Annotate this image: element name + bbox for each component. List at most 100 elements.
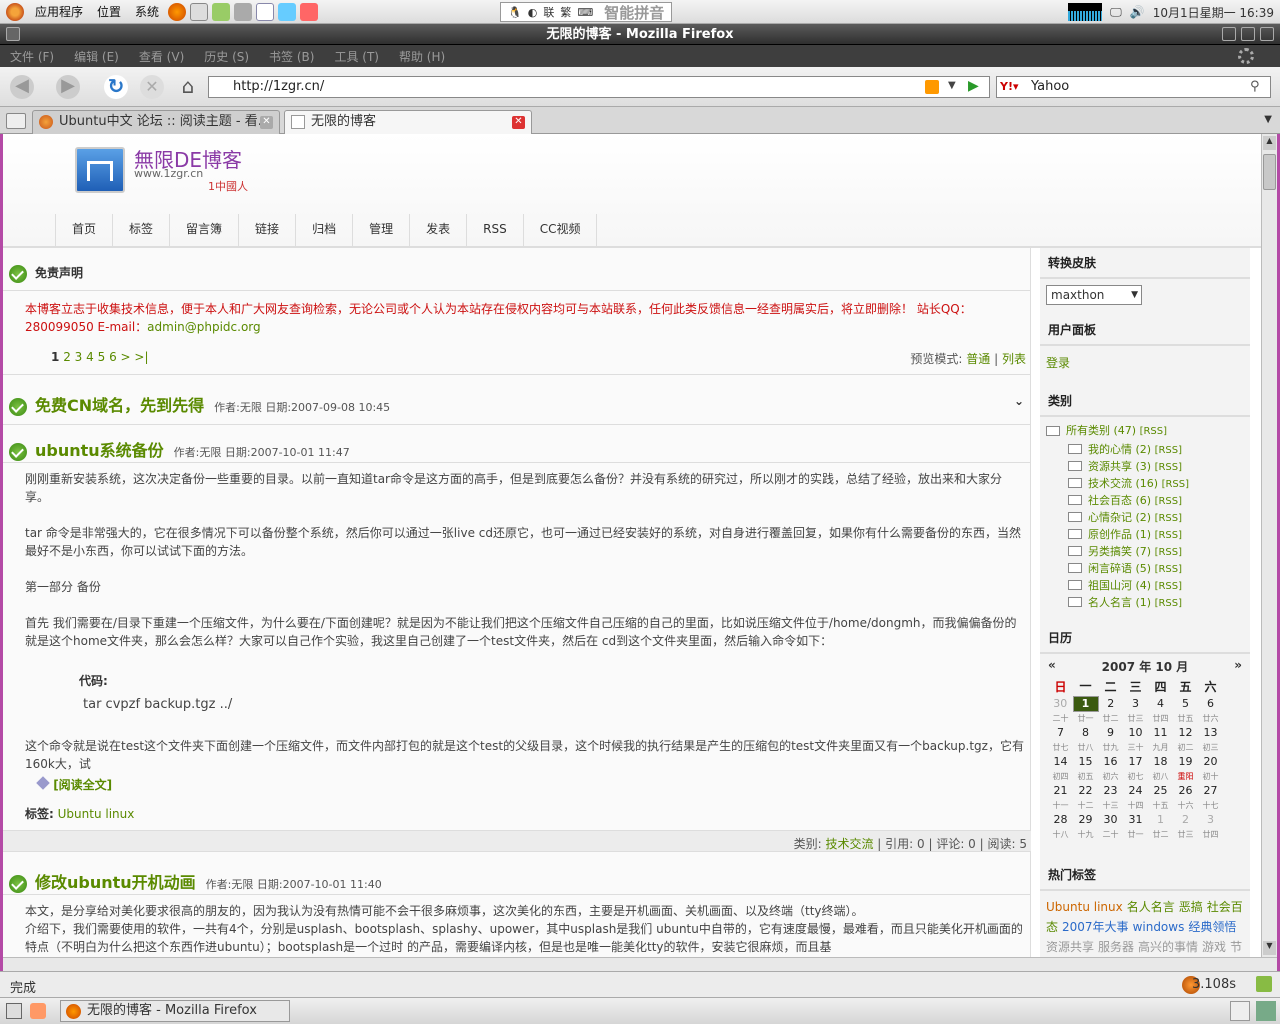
ime-fanti[interactable]: 繁	[560, 4, 571, 20]
url-input[interactable]: http://1zgr.cn/	[208, 76, 990, 98]
category-link[interactable]: 技术交流	[825, 837, 873, 851]
go-icon[interactable]: ▶	[968, 78, 979, 94]
post-title-3[interactable]: 修改ubuntu开机动画 作者:无限 日期:2007-10-01 11:40	[9, 869, 382, 893]
close-tab-icon[interactable]: ✕	[512, 116, 525, 129]
comments-link[interactable]: 评论: 0	[936, 837, 976, 851]
new-tab-icon[interactable]	[6, 113, 26, 129]
calendar-day[interactable]: 23	[1098, 783, 1123, 798]
calendar-day[interactable]: 1	[1148, 812, 1173, 827]
category-item[interactable]: 社会百态 (6) [RSS]	[1040, 492, 1250, 509]
vertical-scrollbar[interactable]: ▲ ▼	[1261, 134, 1277, 957]
calendar-day[interactable]: 11	[1148, 725, 1173, 740]
close-tab-icon[interactable]: ✕	[260, 116, 273, 129]
calendar-day[interactable]: 19	[1173, 754, 1198, 769]
calendar-day[interactable]: 8	[1073, 725, 1098, 740]
reload-icon[interactable]: ↻	[104, 75, 128, 99]
calendar-day[interactable]: 27	[1198, 783, 1223, 798]
preview-normal[interactable]: 普通	[966, 352, 990, 366]
menu-places[interactable]: 位置	[97, 3, 121, 20]
calendar-day[interactable]: 6	[1198, 696, 1223, 711]
nav-links[interactable]: 链接	[239, 214, 297, 246]
post-title-1[interactable]: 免费CN域名，先到先得 作者:无限 日期:2007-09-08 10:45	[9, 392, 390, 416]
volume-icon[interactable]: 🔊	[1130, 5, 1145, 19]
calendar-day[interactable]: 12	[1173, 725, 1198, 740]
preview-list[interactable]: 列表	[1002, 352, 1026, 366]
category-item[interactable]: 闲言碎语 (5) [RSS]	[1040, 560, 1250, 577]
hot-tag[interactable]: windows	[1133, 920, 1185, 934]
input-method-bar[interactable]: 🐧 ◐ 联 繁 ⌨ 智能拼音	[500, 2, 673, 22]
window-menu-icon[interactable]	[6, 27, 20, 41]
home-folder-icon[interactable]	[30, 1003, 46, 1019]
cpu-monitor-icon[interactable]	[1068, 3, 1103, 21]
hot-tag[interactable]: 名人名言	[1127, 900, 1175, 914]
network-launcher-icon[interactable]	[278, 2, 297, 21]
rss-feed-icon[interactable]	[925, 80, 939, 94]
calendar-day[interactable]: 3	[1123, 696, 1148, 711]
page-5[interactable]: 5	[98, 350, 106, 364]
calendar-day[interactable]: 4	[1148, 696, 1173, 711]
calendar-next[interactable]: »	[1234, 658, 1242, 676]
url-dropdown-icon[interactable]: ▼	[948, 80, 956, 91]
hot-tag[interactable]: Ubuntu linux	[1046, 900, 1123, 914]
calendar-day[interactable]: 25	[1148, 783, 1173, 798]
menu-view[interactable]: 查看 (V)	[139, 48, 184, 65]
category-item[interactable]: 心情杂记 (2) [RSS]	[1040, 509, 1250, 526]
skin-select[interactable]: maxthon ▼	[1046, 285, 1142, 305]
hot-tag[interactable]: 经典领悟	[1188, 920, 1236, 934]
blog-logo-icon[interactable]	[75, 147, 125, 193]
stop-icon[interactable]: ✕	[140, 75, 164, 99]
menu-edit[interactable]: 编辑 (E)	[74, 48, 119, 65]
addon-icon[interactable]	[1256, 976, 1272, 992]
calendar-day[interactable]: 2	[1173, 812, 1198, 827]
menu-bookmarks[interactable]: 书签 (B)	[269, 48, 314, 65]
category-item[interactable]: 名人名言 (1) [RSS]	[1040, 594, 1250, 611]
hot-tag[interactable]: 高兴的事情	[1138, 940, 1198, 954]
category-item[interactable]: 技术交流 (16) [RSS]	[1040, 475, 1250, 492]
back-icon[interactable]: ◀	[10, 75, 34, 99]
scroll-thumb[interactable]	[1263, 154, 1276, 190]
calendar-day[interactable]: 22	[1073, 783, 1098, 798]
horizontal-scrollbar[interactable]	[3, 957, 1277, 971]
calendar-day[interactable]: 1	[1072, 695, 1099, 712]
page-2[interactable]: 2	[63, 350, 71, 364]
calendar-day[interactable]: 7	[1048, 725, 1073, 740]
calendar-prev[interactable]: «	[1048, 658, 1056, 676]
nav-tags[interactable]: 标签	[113, 214, 171, 246]
calendar-day[interactable]: 5	[1173, 696, 1198, 711]
hot-tag[interactable]: 服务器	[1098, 940, 1134, 954]
ubuntu-logo-icon[interactable]	[6, 2, 24, 21]
nav-post[interactable]: 发表	[410, 214, 468, 246]
editor-launcher-icon[interactable]	[256, 2, 275, 21]
nav-admin[interactable]: 管理	[353, 214, 411, 246]
login-link[interactable]: 登录	[1046, 356, 1070, 370]
maximize-icon[interactable]	[1241, 27, 1255, 41]
calendar-day[interactable]: 9	[1098, 725, 1123, 740]
calendar-day[interactable]: 2	[1098, 696, 1123, 711]
page-6[interactable]: 6	[109, 350, 117, 364]
ime-lianxiang[interactable]: 联	[543, 4, 554, 20]
calendar-day[interactable]: 31	[1123, 812, 1148, 827]
mail-launcher-icon[interactable]	[190, 2, 209, 21]
category-item[interactable]: 另类搞笑 (7) [RSS]	[1040, 543, 1250, 560]
tag-link[interactable]: Ubuntu linux	[58, 807, 135, 821]
calendar-day[interactable]: 21	[1048, 783, 1073, 798]
hot-tag[interactable]: 恶搞	[1179, 900, 1203, 914]
nav-rss[interactable]: RSS	[467, 214, 524, 246]
expand-icon[interactable]: ⌄	[1014, 394, 1024, 408]
minimize-icon[interactable]	[1222, 27, 1236, 41]
menu-system[interactable]: 系统	[135, 3, 159, 20]
calendar-day[interactable]: 13	[1198, 725, 1223, 740]
pidgin-launcher-icon[interactable]	[212, 2, 231, 21]
calendar-day[interactable]: 24	[1123, 783, 1148, 798]
calendar-day[interactable]: 26	[1173, 783, 1198, 798]
hot-tag[interactable]: 游戏	[1202, 940, 1226, 954]
category-item[interactable]: 我的心情 (2) [RSS]	[1040, 441, 1250, 458]
close-window-icon[interactable]	[1260, 27, 1274, 41]
nav-home[interactable]: 首页	[56, 214, 114, 246]
scroll-up-icon[interactable]: ▲	[1263, 136, 1276, 150]
tab-ubuntu-forum[interactable]: Ubuntu中文 论坛 :: 阅读主题 - 看... ✕	[32, 110, 280, 134]
menu-help[interactable]: 帮助 (H)	[399, 48, 445, 65]
hot-tag[interactable]: 资源共享	[1046, 940, 1094, 954]
trash-icon[interactable]	[1256, 1001, 1276, 1021]
hot-tag[interactable]: 2007年大事	[1062, 920, 1129, 934]
